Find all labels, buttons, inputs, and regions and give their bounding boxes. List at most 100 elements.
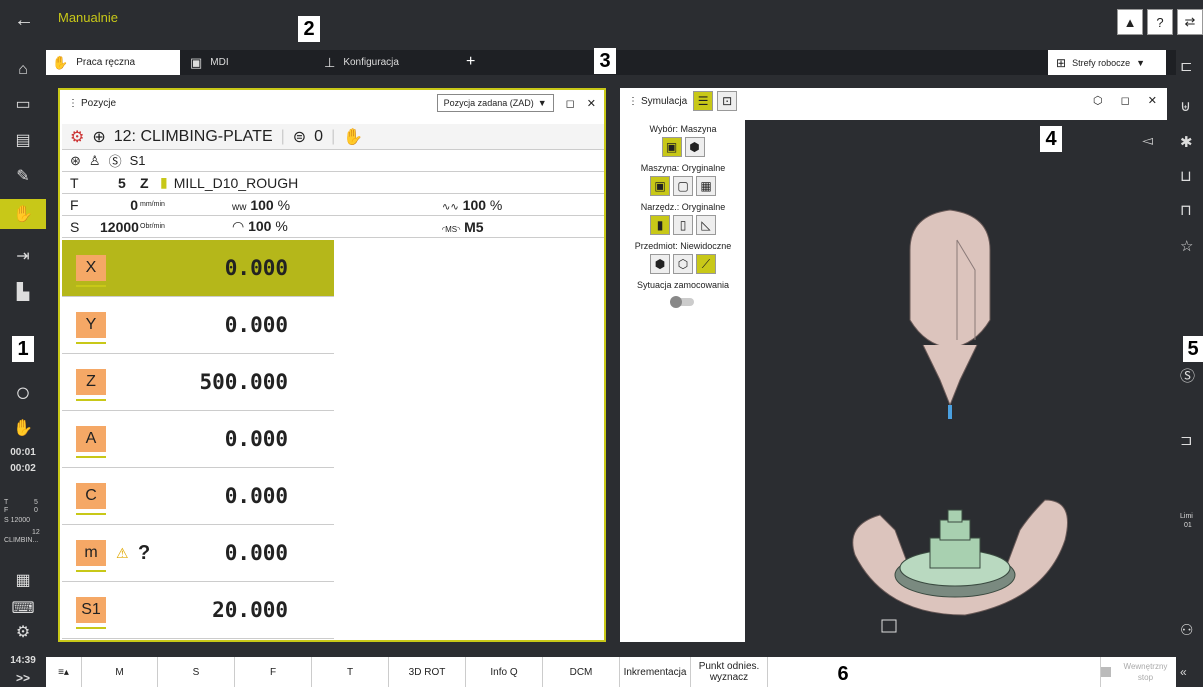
- axis-list: X 0.000 Y 0.000 Z 500.000 A 0.000 C 0.000 m ⚠? 0.000…: [62, 240, 334, 639]
- home-icon[interactable]: ⌂: [0, 55, 46, 85]
- help-icon[interactable]: ?: [1147, 9, 1173, 35]
- maximize-icon[interactable]: ◻: [566, 97, 575, 110]
- axis-row[interactable]: Z 500.000: [62, 354, 334, 411]
- spindle-unit: Obr/min: [140, 223, 165, 230]
- time-1: 00:01: [10, 447, 36, 458]
- folder-icon[interactable]: ▭: [0, 89, 46, 119]
- machine-icon[interactable]: ▙: [0, 277, 46, 307]
- percent-sign: %: [275, 218, 288, 234]
- machine-original-icon[interactable]: ▣: [650, 176, 670, 196]
- axis-row[interactable]: S1 20.000: [62, 582, 334, 639]
- percent-sign: %: [489, 196, 503, 213]
- fixture-icon[interactable]: ⊓: [1180, 201, 1192, 219]
- list-icon[interactable]: ☰: [693, 91, 714, 111]
- star-icon[interactable]: ☆: [1180, 237, 1193, 255]
- arrow-left-icon[interactable]: ←: [14, 9, 34, 32]
- axis-value: 0.000: [224, 427, 288, 451]
- drag-handle-icon[interactable]: ⋮: [628, 96, 638, 107]
- spindle-value: 12000: [100, 218, 139, 235]
- workpiece-solid-icon[interactable]: ⬢: [650, 254, 670, 274]
- m-button[interactable]: M: [82, 657, 158, 687]
- panel-icon[interactable]: ⊏: [1180, 57, 1193, 75]
- clamp-icon[interactable]: ⊔: [1180, 167, 1192, 185]
- top-icons: ▲ ? ⇄: [1117, 9, 1203, 35]
- 3d-rot-button[interactable]: 3D ROT: [389, 657, 466, 687]
- menu-button[interactable]: ≡▴: [46, 657, 82, 687]
- maximize-icon[interactable]: ◻: [1121, 94, 1130, 107]
- axis-value: 500.000: [199, 370, 288, 394]
- calculator-icon[interactable]: ▦: [0, 565, 46, 595]
- axis-label: C: [76, 483, 106, 515]
- axis-row[interactable]: C 0.000: [62, 468, 334, 525]
- machine-view-icon[interactable]: ▣: [661, 137, 682, 157]
- toolbox-icon[interactable]: ⊡: [717, 91, 738, 111]
- machine-semi-icon[interactable]: ▢: [673, 176, 693, 196]
- close-icon[interactable]: ✕: [587, 97, 596, 110]
- info-q-button[interactable]: Info Q: [466, 657, 543, 687]
- f-button[interactable]: F: [235, 657, 312, 687]
- simulation-viewport[interactable]: ◅: [745, 120, 1167, 642]
- rotation-icon: ⊛: [70, 152, 81, 168]
- tool-semi-icon[interactable]: ▯: [673, 215, 693, 235]
- add-tab-button[interactable]: +: [466, 53, 475, 71]
- tab-setup[interactable]: ⊥ Konfiguracja: [318, 50, 458, 75]
- drag-handle-icon[interactable]: ⋮: [68, 98, 78, 109]
- machine-label: Maszyna: Oryginalne: [640, 163, 726, 173]
- tool-name: MILL_D10_ROUGH: [173, 174, 299, 191]
- panel-controls: ⬡ ◻ ✕: [1093, 94, 1157, 107]
- spindle-icon[interactable]: Ⓢ: [1180, 365, 1195, 386]
- m-function-value: M5: [464, 218, 484, 235]
- warning-icon: ⚠: [116, 544, 129, 561]
- info-table: T 5 Z ▮ MILL_D10_ROUGH F 0 mm/min ᴡᴡ 100…: [62, 172, 604, 240]
- clamp-toggle[interactable]: [670, 296, 694, 308]
- edit-icon[interactable]: ✎: [0, 161, 46, 191]
- switch-icon[interactable]: ⇄: [1177, 9, 1203, 35]
- probe-icon[interactable]: ⊐: [1180, 431, 1193, 449]
- operator-icon: ♙: [88, 152, 101, 168]
- increment-button[interactable]: Inkrementacja: [620, 657, 691, 687]
- machine-wire-icon[interactable]: ▦: [696, 176, 716, 196]
- set-preset-button[interactable]: Punkt odnies. wyznacz: [691, 657, 768, 687]
- t-button[interactable]: T: [312, 657, 389, 687]
- axis-row[interactable]: A 0.000: [62, 411, 334, 468]
- tool-original-icon[interactable]: ▮: [650, 215, 670, 235]
- tab-manual[interactable]: ✋ Praca ręczna: [46, 50, 180, 75]
- preset-icon: ⊜: [292, 128, 307, 146]
- workpiece-semi-icon[interactable]: ⬡: [673, 254, 693, 274]
- app-title: Manualnie: [58, 10, 118, 25]
- close-icon[interactable]: ✕: [1148, 94, 1157, 107]
- cube-view-icon[interactable]: ⬡: [1093, 94, 1103, 107]
- manual-mode-icon[interactable]: ✋: [0, 199, 46, 229]
- coolant-icon[interactable]: ✱: [1180, 133, 1193, 151]
- position-mode-select[interactable]: Pozycja zadana (ZAD) ▼: [436, 94, 554, 112]
- pin-icon[interactable]: ◅: [1142, 132, 1153, 149]
- axis-row[interactable]: X 0.000: [62, 240, 334, 297]
- tool-hidden-icon[interactable]: ◺: [696, 215, 716, 235]
- settings-icon[interactable]: ⚙: [0, 617, 46, 647]
- workpiece-view-icon[interactable]: ⬢: [684, 137, 705, 157]
- axis-row[interactable]: Y 0.000: [62, 297, 334, 354]
- chevron-down-icon: ▼: [537, 98, 547, 108]
- s-button[interactable]: S: [158, 657, 235, 687]
- stop-label: Wewnętrzny stop: [1123, 662, 1168, 682]
- dcm-button[interactable]: DCM: [543, 657, 620, 687]
- axis-row[interactable]: m ⚠? 0.000: [62, 525, 334, 582]
- expand-right-button[interactable]: «: [1180, 665, 1187, 679]
- table-icon[interactable]: ▤: [0, 125, 46, 155]
- tool-holder-icon[interactable]: ⊎: [1180, 97, 1191, 115]
- tab-mdi[interactable]: ▣ MDI: [184, 50, 314, 75]
- hand-icon: ✋: [52, 54, 69, 70]
- workspace-menu[interactable]: ⊞ Strefy robocze ▼: [1048, 50, 1166, 75]
- program-run-icon[interactable]: ⇥: [0, 241, 46, 271]
- simulation-panel: ⋮ Symulacja ☰ ⊡ ⬡ ◻ ✕ Wybór: Maszyna ▣ ⬢…: [620, 88, 1167, 642]
- position-panel: ⋮ Pozycje Pozycja zadana (ZAD) ▼ ◻ ✕ ⚙ ⊕…: [58, 88, 606, 642]
- expand-left-button[interactable]: >>: [0, 671, 46, 685]
- callout-4: 4: [1040, 126, 1062, 152]
- heidenhain-logo-icon[interactable]: ▲: [1117, 9, 1143, 35]
- axis-value: 20.000: [212, 598, 288, 622]
- internal-stop-button[interactable]: Wewnętrzny stop: [1100, 657, 1176, 687]
- user-icon[interactable]: ⚇: [1180, 621, 1193, 639]
- workpiece-hidden-icon[interactable]: ⟋: [696, 254, 716, 274]
- axis-label: S1: [76, 597, 106, 629]
- status-f-label: F: [4, 507, 9, 514]
